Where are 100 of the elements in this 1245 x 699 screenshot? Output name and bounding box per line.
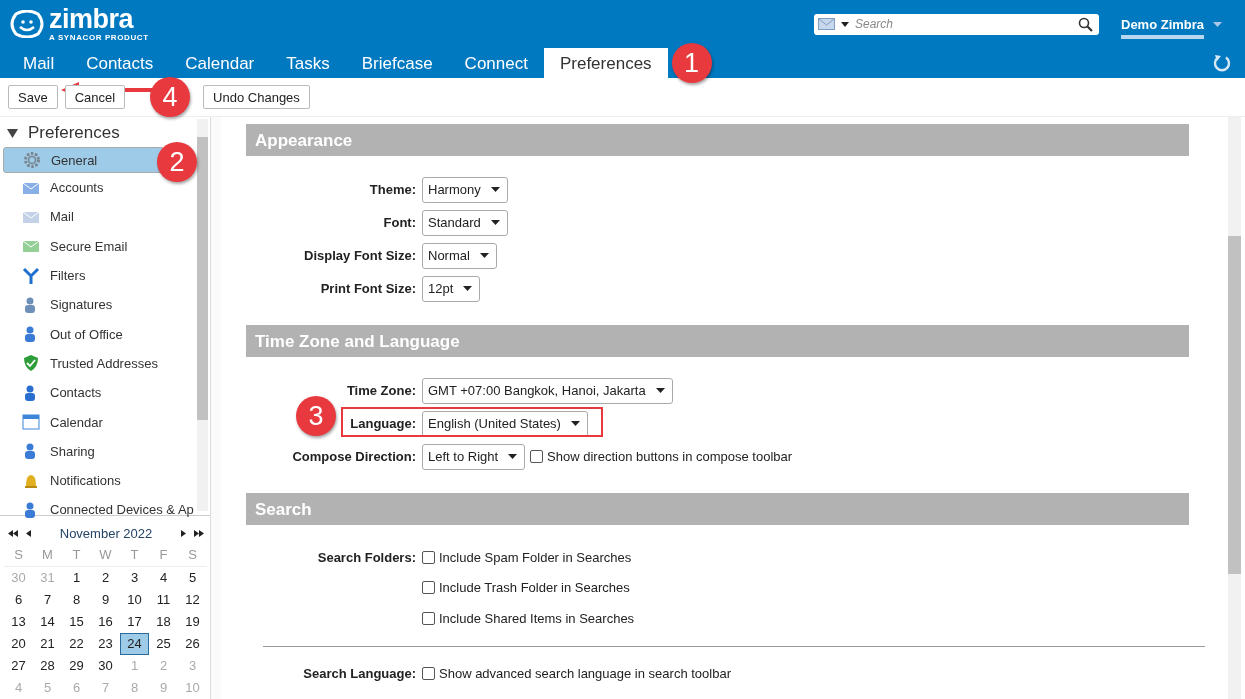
dropdown[interactable]: Standard [422, 209, 508, 236]
calendar-day[interactable]: 14 [33, 611, 62, 633]
section-header: Search [246, 493, 1189, 525]
refresh-icon[interactable] [1213, 54, 1231, 72]
calendar-day[interactable]: 22 [62, 633, 91, 655]
sidebar-item[interactable]: Filters [0, 260, 196, 291]
calendar-day[interactable]: 4 [149, 567, 178, 589]
weekday-label: S [4, 547, 33, 567]
calendar-day[interactable]: 11 [149, 589, 178, 611]
calendar-day[interactable]: 18 [149, 611, 178, 633]
calendar-day[interactable]: 30 [91, 655, 120, 677]
calendar-day[interactable]: 21 [33, 633, 62, 655]
calendar-day[interactable]: 17 [120, 611, 149, 633]
callout-number: 3 [296, 396, 336, 436]
app-tab[interactable]: Tasks [270, 48, 346, 78]
calendar-day[interactable]: 27 [4, 655, 33, 677]
app-tab[interactable]: Mail [7, 48, 71, 78]
checkbox[interactable] [422, 611, 435, 625]
app-tab[interactable]: Connect [448, 48, 544, 78]
caret-icon [570, 421, 580, 426]
calendar-day[interactable]: 28 [33, 655, 62, 677]
calendar-day[interactable]: 12 [178, 589, 207, 611]
double-left-triangle-icon[interactable] [8, 530, 18, 537]
callout-number: 4 [150, 77, 191, 117]
search-bar[interactable]: Search [814, 13, 1099, 35]
calendar-day[interactable]: 6 [4, 589, 33, 611]
field-label: Theme: [369, 182, 416, 197]
sidebar-item[interactable]: Calendar [0, 407, 196, 437]
undo-changes-button[interactable]: Undo Changes [203, 85, 310, 109]
scrollbar[interactable] [197, 119, 208, 511]
field-label: Display Font Size: [304, 248, 416, 263]
calendar-day[interactable]: 29 [62, 655, 91, 677]
caret-icon [479, 253, 489, 258]
calendar-day[interactable]: 19 [178, 611, 207, 633]
caret-icon [508, 454, 518, 459]
sidebar-item[interactable]: Mail [0, 202, 196, 232]
checkbox-label[interactable]: Show direction buttons in compose toolbar [547, 449, 793, 464]
sidebar-item[interactable]: Signatures [0, 290, 196, 320]
tree-title[interactable]: Preferences [28, 123, 120, 143]
toolbar-button[interactable]: Cancel [64, 85, 126, 109]
gear-icon [23, 151, 41, 169]
dropdown[interactable]: 12pt [422, 275, 481, 302]
double-right-triangle-icon[interactable] [194, 530, 204, 537]
calendar-day[interactable]: 2 [91, 567, 120, 589]
dropdown[interactable]: English (United States) [422, 410, 588, 437]
callout-number: 2 [157, 142, 197, 182]
calendar-day[interactable]: 16 [91, 611, 120, 633]
sidebar-item[interactable]: General [3, 147, 164, 173]
search-icon[interactable] [1078, 16, 1093, 32]
sidebar-item[interactable]: Out of Office [0, 319, 196, 349]
toolbar-button[interactable]: Save [8, 85, 58, 109]
checkbox[interactable] [530, 450, 544, 463]
calendar-day[interactable]: 23 [91, 633, 120, 655]
calendar-day[interactable]: 20 [4, 633, 33, 655]
left-triangle-icon[interactable] [26, 530, 31, 537]
calendar-day[interactable]: 25 [149, 633, 178, 655]
scrollbar[interactable] [1228, 117, 1241, 699]
calendar-day[interactable]: 5 [178, 567, 207, 589]
checkbox[interactable] [422, 550, 435, 564]
dropdown[interactable]: Normal [422, 242, 497, 269]
calendar-day[interactable]: 9 [91, 589, 120, 611]
app-tab[interactable]: Preferences [543, 48, 668, 78]
checkbox-label[interactable]: Show advanced search language in search toolbar [439, 666, 731, 682]
calendar-day[interactable]: 1 [62, 567, 91, 589]
fork-icon [22, 266, 40, 285]
sidebar-item[interactable]: Notifications [0, 465, 196, 496]
callout-number: 1 [671, 43, 712, 83]
app-tab[interactable]: Calendar [169, 48, 271, 78]
sidebar-item[interactable]: Connected Devices & Ap [0, 495, 196, 525]
expanded-triangle-icon[interactable] [7, 127, 18, 139]
user-menu[interactable]: Demo Zimbra [1121, 16, 1205, 39]
sidebar-item[interactable]: Sharing [0, 436, 196, 466]
checkbox-label[interactable]: Include Trash Folder in Searches [439, 580, 630, 596]
calendar-day[interactable]: 8 [62, 589, 91, 611]
dropdown[interactable]: Harmony [422, 176, 508, 203]
checkbox-label[interactable]: Include Spam Folder in Searches [439, 549, 632, 565]
weekday-label: M [33, 547, 62, 567]
calendar-day[interactable]: 24 [120, 633, 149, 655]
checkbox[interactable] [422, 581, 435, 595]
calendar-day[interactable]: 3 [120, 567, 149, 589]
dropdown[interactable]: GMT +07:00 Bangkok, Hanoi, Jakarta [422, 377, 673, 404]
sidebar-item[interactable]: Secure Email [0, 231, 196, 261]
right-triangle-icon[interactable] [181, 530, 186, 537]
calendar-day[interactable]: 10 [120, 589, 149, 611]
checkbox-label[interactable]: Include Shared Items in Searches [439, 610, 635, 626]
sidebar-item[interactable]: Contacts [0, 378, 196, 408]
weekday-label: T [62, 547, 91, 567]
field-label: Time Zone: [346, 383, 416, 398]
field-label: Search Language: [303, 666, 416, 682]
caret-icon[interactable] [841, 21, 849, 27]
checkbox[interactable] [422, 667, 435, 681]
sidebar-item[interactable]: Trusted Addresses [0, 348, 196, 379]
calendar-day[interactable]: 13 [4, 611, 33, 633]
dropdown[interactable]: Left to Right [422, 443, 526, 470]
calendar-day[interactable]: 7 [33, 589, 62, 611]
calendar-day[interactable]: 15 [62, 611, 91, 633]
month-title[interactable]: November 2022 [39, 526, 173, 541]
app-tab[interactable]: Contacts [70, 48, 170, 78]
app-tab[interactable]: Briefcase [345, 48, 449, 78]
calendar-day[interactable]: 26 [178, 633, 207, 655]
